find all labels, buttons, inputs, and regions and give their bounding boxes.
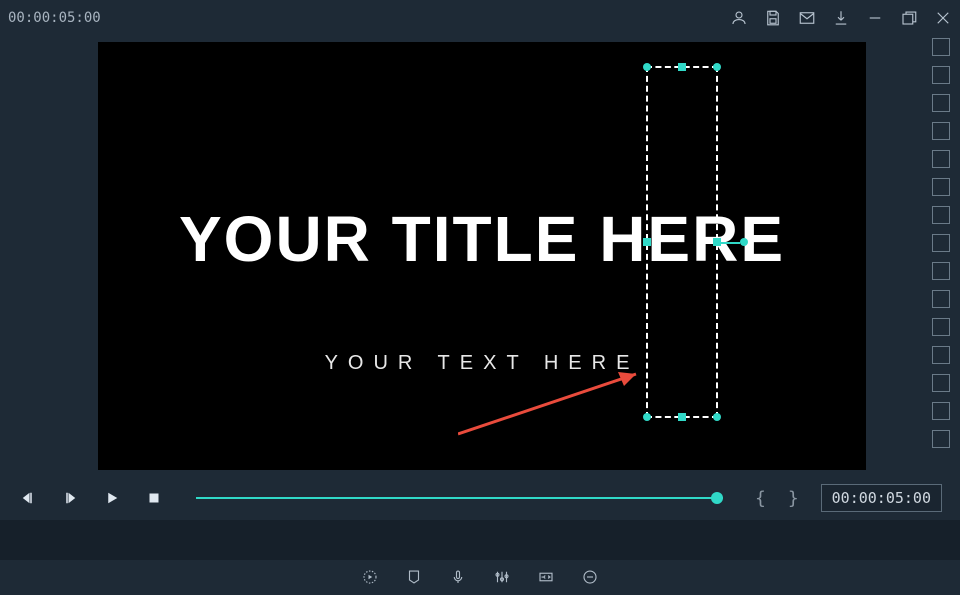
slider-thumb[interactable] xyxy=(711,492,723,504)
thumbnail-item[interactable] xyxy=(932,150,950,168)
resize-handle-ml[interactable] xyxy=(643,238,651,246)
marker-icon[interactable] xyxy=(404,567,424,587)
stop-button[interactable] xyxy=(144,488,164,508)
timeline-area xyxy=(0,520,960,560)
thumbnail-item[interactable] xyxy=(932,290,950,308)
topbar: 00:00:05:00 xyxy=(0,0,960,36)
minimize-icon[interactable] xyxy=(866,9,884,27)
thumbnail-item[interactable] xyxy=(932,402,950,420)
thumbnail-item[interactable] xyxy=(932,94,950,112)
thumbnail-item[interactable] xyxy=(932,178,950,196)
mark-in-button[interactable]: { xyxy=(755,488,766,509)
thumbnail-item[interactable] xyxy=(932,262,950,280)
timeline-slider[interactable] xyxy=(196,488,723,508)
prev-frame-button[interactable] xyxy=(18,488,38,508)
account-icon[interactable] xyxy=(730,9,748,27)
slider-track xyxy=(196,497,723,499)
rotate-handle[interactable] xyxy=(740,238,748,246)
zoom-fit-icon[interactable] xyxy=(536,567,556,587)
voiceover-icon[interactable] xyxy=(448,567,468,587)
playback-controls: { } 00:00:05:00 xyxy=(0,478,960,518)
resize-handle-tl[interactable] xyxy=(643,63,651,71)
thumbnail-strip xyxy=(932,38,954,475)
window-controls xyxy=(730,9,952,27)
thumbnail-item[interactable] xyxy=(932,206,950,224)
thumbnail-item[interactable] xyxy=(932,430,950,448)
play-button[interactable] xyxy=(102,488,122,508)
mail-icon[interactable] xyxy=(798,9,816,27)
rotate-line xyxy=(720,242,740,244)
subtitle-text[interactable]: YOUR TEXT HERE xyxy=(325,352,640,375)
preview-canvas[interactable]: YOUR TITLE HERE YOUR TEXT HERE xyxy=(98,42,866,470)
mark-out-button[interactable]: } xyxy=(788,488,799,509)
resize-handle-bm[interactable] xyxy=(678,413,686,421)
resize-handle-tm[interactable] xyxy=(678,63,686,71)
close-icon[interactable] xyxy=(934,9,952,27)
resize-handle-tr[interactable] xyxy=(713,63,721,71)
download-icon[interactable] xyxy=(832,9,850,27)
thumbnail-item[interactable] xyxy=(932,374,950,392)
render-icon[interactable] xyxy=(360,567,380,587)
thumbnail-item[interactable] xyxy=(932,318,950,336)
thumbnail-item[interactable] xyxy=(932,346,950,364)
timecode-display[interactable]: 00:00:05:00 xyxy=(821,484,942,512)
mixer-icon[interactable] xyxy=(492,567,512,587)
thumbnail-item[interactable] xyxy=(932,234,950,252)
save-icon[interactable] xyxy=(764,9,782,27)
timecode-top: 00:00:05:00 xyxy=(8,10,101,26)
thumbnail-item[interactable] xyxy=(932,122,950,140)
next-frame-button[interactable] xyxy=(60,488,80,508)
zoom-out-icon[interactable] xyxy=(580,567,600,587)
thumbnail-item[interactable] xyxy=(932,66,950,84)
resize-handle-br[interactable] xyxy=(713,413,721,421)
selection-box[interactable] xyxy=(646,66,718,418)
maximize-icon[interactable] xyxy=(900,9,918,27)
thumbnail-item[interactable] xyxy=(932,38,950,56)
bottom-toolbar xyxy=(0,559,960,595)
resize-handle-bl[interactable] xyxy=(643,413,651,421)
